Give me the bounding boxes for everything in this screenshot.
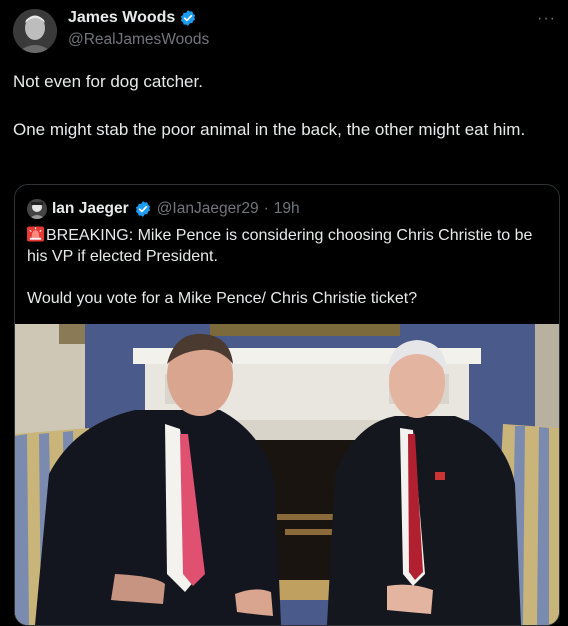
- siren-icon: [27, 226, 44, 242]
- author-display-name[interactable]: James Woods: [68, 9, 175, 27]
- quoted-tweet[interactable]: Ian Jaeger @IanJaeger29 · 19h BREAKING: …: [14, 184, 560, 626]
- tweet-text-line: One might stab the poor animal in the ba…: [13, 120, 526, 139]
- tweet-text: Not even for dog catcher. One might stab…: [13, 70, 553, 142]
- author-block: James Woods @RealJamesWoods: [68, 9, 209, 49]
- quoted-tweet-header: Ian Jaeger @IanJaeger29 · 19h: [27, 199, 300, 219]
- quoted-text-content: BREAKING: Mike Pence is considering choo…: [27, 227, 533, 265]
- author-handle[interactable]: @RealJamesWoods: [68, 31, 209, 49]
- verified-badge-icon: [181, 10, 196, 26]
- more-options-icon[interactable]: ···: [537, 10, 556, 28]
- quoted-text-line: Would you vote for a Mike Pence/ Chris C…: [27, 290, 418, 307]
- verified-badge-icon: [135, 201, 150, 217]
- quoted-author-handle[interactable]: @IanJaeger29: [157, 200, 259, 218]
- quoted-timestamp[interactable]: 19h: [274, 200, 300, 218]
- quoted-media-photo[interactable]: [15, 324, 559, 625]
- quoted-tweet-text: BREAKING: Mike Pence is considering choo…: [27, 225, 547, 309]
- author-avatar[interactable]: [13, 9, 57, 53]
- author-name-row: James Woods: [68, 9, 209, 27]
- quoted-author-avatar[interactable]: [27, 199, 47, 219]
- separator-dot: ·: [263, 200, 269, 217]
- tweet: James Woods @RealJamesWoods ··· Not even…: [0, 0, 568, 626]
- quoted-text-line: BREAKING: Mike Pence is considering choo…: [27, 225, 547, 267]
- avatar-image: [13, 9, 57, 53]
- quoted-author-display-name[interactable]: Ian Jaeger: [52, 200, 129, 218]
- quoted-avatar-image: [27, 199, 47, 219]
- tweet-text-line: Not even for dog catcher.: [13, 72, 203, 91]
